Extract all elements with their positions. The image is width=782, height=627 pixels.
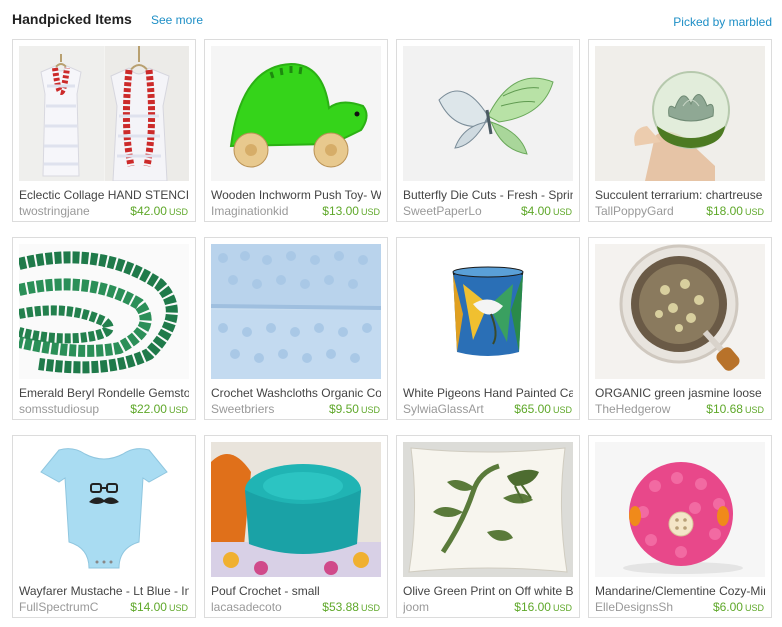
see-more-link[interactable]: See more bbox=[151, 13, 203, 27]
item-title[interactable]: Emerald Beryl Rondelle Gemstone bbox=[19, 386, 189, 400]
item-image-onesie[interactable] bbox=[19, 442, 189, 577]
item-shop[interactable]: SweetPaperLo bbox=[403, 204, 503, 218]
price-currency: USD bbox=[168, 405, 188, 415]
price-value: $14.00 bbox=[130, 600, 167, 614]
item-card[interactable]: White Pigeons Hand Painted Candle Sylwia… bbox=[396, 237, 580, 420]
item-card[interactable]: Succulent terrarium: chartreuse TallPopp… bbox=[588, 39, 772, 222]
price-currency: USD bbox=[552, 207, 572, 217]
price-currency: USD bbox=[168, 603, 188, 613]
item-shop[interactable]: SylwiaGlassArt bbox=[403, 402, 503, 416]
price-value: $16.00 bbox=[514, 600, 551, 614]
price-currency: USD bbox=[552, 405, 572, 415]
picked-by-link[interactable]: Picked by marbled bbox=[673, 15, 772, 29]
item-price: $10.68 USD bbox=[706, 402, 764, 416]
item-image-candle[interactable] bbox=[403, 244, 573, 379]
item-image-pillow[interactable] bbox=[403, 442, 573, 577]
item-card[interactable]: Eclectic Collage HAND STENCILED twostrin… bbox=[12, 39, 196, 222]
item-title[interactable]: Mandarine/Clementine Cozy-Mini bbox=[595, 584, 765, 598]
item-card[interactable]: Wayfarer Mustache - Lt Blue - Infant Ful… bbox=[12, 435, 196, 618]
price-value: $53.88 bbox=[322, 600, 359, 614]
item-image-inchworm[interactable] bbox=[211, 46, 381, 181]
item-image-washcloths[interactable] bbox=[211, 244, 381, 379]
item-price: $14.00 USD bbox=[130, 600, 188, 614]
price-currency: USD bbox=[744, 405, 764, 415]
item-price: $4.00 USD bbox=[521, 204, 572, 218]
price-currency: USD bbox=[360, 603, 380, 613]
item-price: $42.00 USD bbox=[130, 204, 188, 218]
item-card[interactable]: Pouf Crochet - small lacasadecoto $53.88… bbox=[204, 435, 388, 618]
price-value: $9.50 bbox=[328, 402, 359, 416]
item-card[interactable]: Emerald Beryl Rondelle Gemstone somsstud… bbox=[12, 237, 196, 420]
item-shop[interactable]: TallPoppyGard bbox=[595, 204, 695, 218]
item-price: $22.00 USD bbox=[130, 402, 188, 416]
item-price: $18.00 USD bbox=[706, 204, 764, 218]
price-currency: USD bbox=[552, 603, 572, 613]
item-price: $65.00 USD bbox=[514, 402, 572, 416]
item-image-beads[interactable] bbox=[19, 244, 189, 379]
price-value: $18.00 bbox=[706, 204, 743, 218]
price-value: $65.00 bbox=[514, 402, 551, 416]
item-image-terrarium[interactable] bbox=[595, 46, 765, 181]
item-shop[interactable]: twostringjane bbox=[19, 204, 119, 218]
price-value: $4.00 bbox=[520, 204, 551, 218]
item-title[interactable]: Wooden Inchworm Push Toy- Wood bbox=[211, 188, 381, 202]
price-value: $13.00 bbox=[322, 204, 359, 218]
price-currency: USD bbox=[168, 207, 188, 217]
item-image-pouf[interactable] bbox=[211, 442, 381, 577]
item-title[interactable]: White Pigeons Hand Painted Candle bbox=[403, 386, 573, 400]
items-grid: Eclectic Collage HAND STENCILED twostrin… bbox=[12, 39, 772, 619]
item-price: $6.00 USD bbox=[713, 600, 764, 614]
item-card[interactable]: Mandarine/Clementine Cozy-Mini ElleDesig… bbox=[588, 435, 772, 618]
item-shop[interactable]: Imaginationkid bbox=[211, 204, 311, 218]
item-shop[interactable]: Sweetbriers bbox=[211, 402, 311, 416]
item-title[interactable]: Wayfarer Mustache - Lt Blue - Infant bbox=[19, 584, 189, 598]
price-value: $42.00 bbox=[130, 204, 167, 218]
item-shop[interactable]: joom bbox=[403, 600, 503, 614]
section-title: Handpicked Items bbox=[12, 11, 132, 27]
item-image-cozy[interactable] bbox=[595, 442, 765, 577]
item-price: $16.00 USD bbox=[514, 600, 572, 614]
item-shop[interactable]: FullSpectrumC bbox=[19, 600, 119, 614]
item-price: $9.50 USD bbox=[329, 402, 380, 416]
price-value: $22.00 bbox=[130, 402, 167, 416]
item-title[interactable]: Crochet Washcloths Organic Cotton bbox=[211, 386, 381, 400]
item-title[interactable]: Succulent terrarium: chartreuse bbox=[595, 188, 765, 202]
price-value: $10.68 bbox=[706, 402, 743, 416]
item-card[interactable]: Wooden Inchworm Push Toy- Wood Imaginati… bbox=[204, 39, 388, 222]
price-value: $6.00 bbox=[712, 600, 743, 614]
item-card[interactable]: ORGANIC green jasmine loose TheHedgerow … bbox=[588, 237, 772, 420]
item-image-tea[interactable] bbox=[595, 244, 765, 379]
item-shop[interactable]: ElleDesignsSh bbox=[595, 600, 695, 614]
item-image-butterfly[interactable] bbox=[403, 46, 573, 181]
item-shop[interactable]: lacasadecoto bbox=[211, 600, 311, 614]
price-currency: USD bbox=[360, 207, 380, 217]
item-title[interactable]: Butterfly Die Cuts - Fresh - Spring bbox=[403, 188, 573, 202]
item-card[interactable]: Butterfly Die Cuts - Fresh - Spring Swee… bbox=[396, 39, 580, 222]
item-shop[interactable]: somsstudiosup bbox=[19, 402, 119, 416]
item-shop[interactable]: TheHedgerow bbox=[595, 402, 695, 416]
price-currency: USD bbox=[360, 405, 380, 415]
item-card[interactable]: Crochet Washcloths Organic Cotton Sweetb… bbox=[204, 237, 388, 420]
item-title[interactable]: Olive Green Print on Off white Burlap bbox=[403, 584, 573, 598]
price-currency: USD bbox=[744, 207, 764, 217]
item-title[interactable]: Eclectic Collage HAND STENCILED bbox=[19, 188, 189, 202]
item-card[interactable]: Olive Green Print on Off white Burlap jo… bbox=[396, 435, 580, 618]
item-title[interactable]: Pouf Crochet - small bbox=[211, 584, 381, 598]
section-header: Handpicked Items See more Picked by marb… bbox=[12, 10, 772, 30]
price-currency: USD bbox=[744, 603, 764, 613]
item-price: $53.88 USD bbox=[322, 600, 380, 614]
item-image-dresses[interactable] bbox=[19, 46, 189, 181]
item-title[interactable]: ORGANIC green jasmine loose bbox=[595, 386, 765, 400]
item-price: $13.00 USD bbox=[322, 204, 380, 218]
